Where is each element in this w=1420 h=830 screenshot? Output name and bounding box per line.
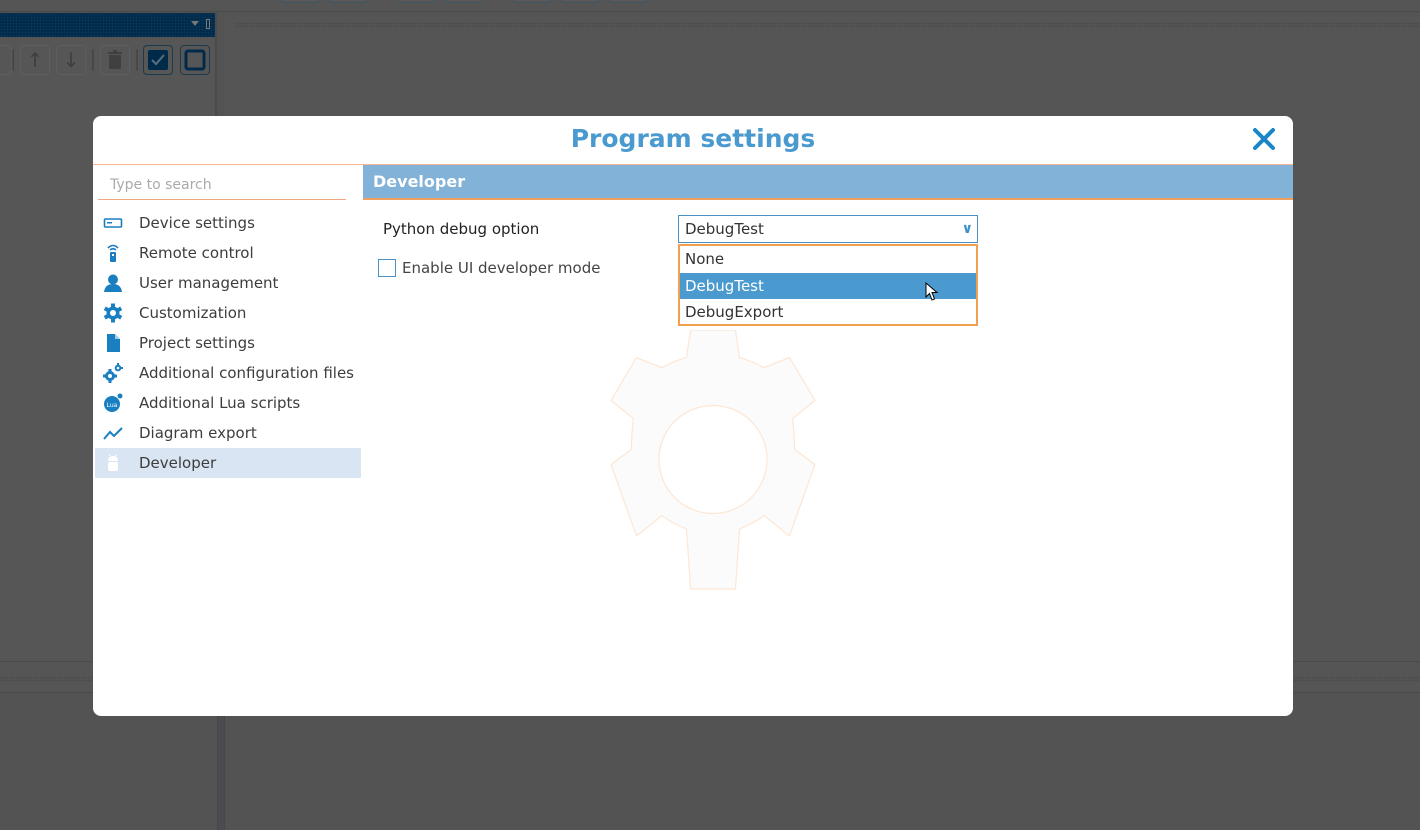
sidebar-item-label: Developer	[139, 454, 217, 472]
sidebar-item-developer[interactable]: Developer	[95, 448, 361, 478]
settings-nav: Device settings Remote control User mana…	[95, 208, 361, 478]
background-tool-button	[0, 45, 12, 75]
lua-icon: Lua	[103, 393, 123, 413]
trash-icon	[100, 45, 130, 75]
section-header: Developer	[363, 165, 1293, 200]
dropdown-option-debugtest[interactable]: DebugTest	[680, 272, 976, 299]
sidebar-item-label: Additional configuration files	[139, 364, 354, 382]
background-toolbar-button	[396, 0, 436, 3]
close-button[interactable]	[1251, 126, 1277, 152]
background-toolbar-button	[444, 0, 484, 3]
background-toolbar	[0, 0, 1420, 12]
sidebar-item-additional-lua-scripts[interactable]: Lua Additional Lua scripts	[95, 388, 361, 418]
dialog-title: Program settings	[570, 124, 816, 153]
dropdown-option-debugexport[interactable]: DebugExport	[680, 299, 976, 326]
ui-developer-mode-toggle[interactable]: Enable UI developer mode	[378, 259, 600, 277]
sidebar-item-additional-configuration-files[interactable]: Additional configuration files	[95, 358, 361, 388]
gears-icon	[103, 363, 123, 383]
android-icon	[103, 453, 123, 473]
pin-icon	[206, 19, 210, 29]
search-input[interactable]	[98, 171, 346, 200]
arrow-down-icon: ↓	[56, 45, 86, 75]
sidebar-item-user-management[interactable]: User management	[95, 268, 361, 298]
sidebar-item-label: Diagram export	[139, 424, 257, 442]
remote-icon	[103, 243, 123, 263]
python-debug-select-value: DebugTest	[685, 220, 764, 238]
sidebar-item-customization[interactable]: Customization	[95, 298, 361, 328]
gear-icon	[103, 303, 123, 323]
ui-developer-mode-label: Enable UI developer mode	[402, 259, 601, 277]
chart-line-icon	[103, 423, 123, 443]
background-toolbar-button	[328, 0, 368, 3]
dropdown-triangle-icon	[191, 21, 199, 26]
sidebar-item-remote-control[interactable]: Remote control	[95, 238, 361, 268]
background-separator	[92, 49, 94, 71]
sidebar-item-project-settings[interactable]: Project settings	[95, 328, 361, 358]
sidebar-item-device-settings[interactable]: Device settings	[95, 208, 361, 238]
sidebar-item-label: Additional Lua scripts	[139, 394, 301, 412]
python-debug-select[interactable]: DebugTest ∨	[678, 215, 978, 243]
python-debug-option-label: Python debug option	[383, 220, 540, 238]
sidebar-item-label: Customization	[139, 304, 247, 322]
file-icon	[103, 333, 123, 353]
background-toolbar-button	[512, 0, 552, 3]
background-separator	[12, 49, 14, 71]
program-settings-dialog: Program settings Device settings Remote …	[93, 116, 1293, 716]
background-separator	[136, 49, 138, 71]
dropdown-option-none[interactable]: None	[680, 246, 976, 273]
sidebar-item-diagram-export[interactable]: Diagram export	[95, 418, 361, 448]
background-panel-header	[0, 13, 215, 37]
device-icon	[103, 213, 123, 233]
sidebar-item-label: User management	[139, 274, 279, 292]
check-all-icon	[143, 45, 173, 75]
background-toolbar-button	[280, 0, 320, 3]
sidebar-item-label: Remote control	[139, 244, 254, 262]
sidebar-item-label: Project settings	[139, 334, 255, 352]
user-icon	[103, 273, 123, 293]
ui-developer-mode-checkbox[interactable]	[378, 259, 396, 277]
arrow-up-icon: ↑	[20, 45, 50, 75]
settings-content: Developer Python debug option DebugTest …	[363, 165, 1293, 716]
settings-sidebar: Device settings Remote control User mana…	[93, 165, 363, 716]
background-toolbar-button	[560, 0, 600, 3]
uncheck-all-icon	[180, 45, 210, 75]
background-drag-strip	[234, 22, 1420, 28]
sidebar-item-label: Device settings	[139, 214, 255, 232]
python-debug-dropdown-list: None DebugTest DebugExport	[678, 244, 978, 326]
close-icon	[1253, 128, 1275, 150]
gear-watermark-icon	[610, 330, 816, 590]
chevron-down-icon: ∨	[961, 221, 973, 237]
svg-text:Lua: Lua	[107, 402, 118, 409]
background-toolbar-button	[608, 0, 648, 3]
